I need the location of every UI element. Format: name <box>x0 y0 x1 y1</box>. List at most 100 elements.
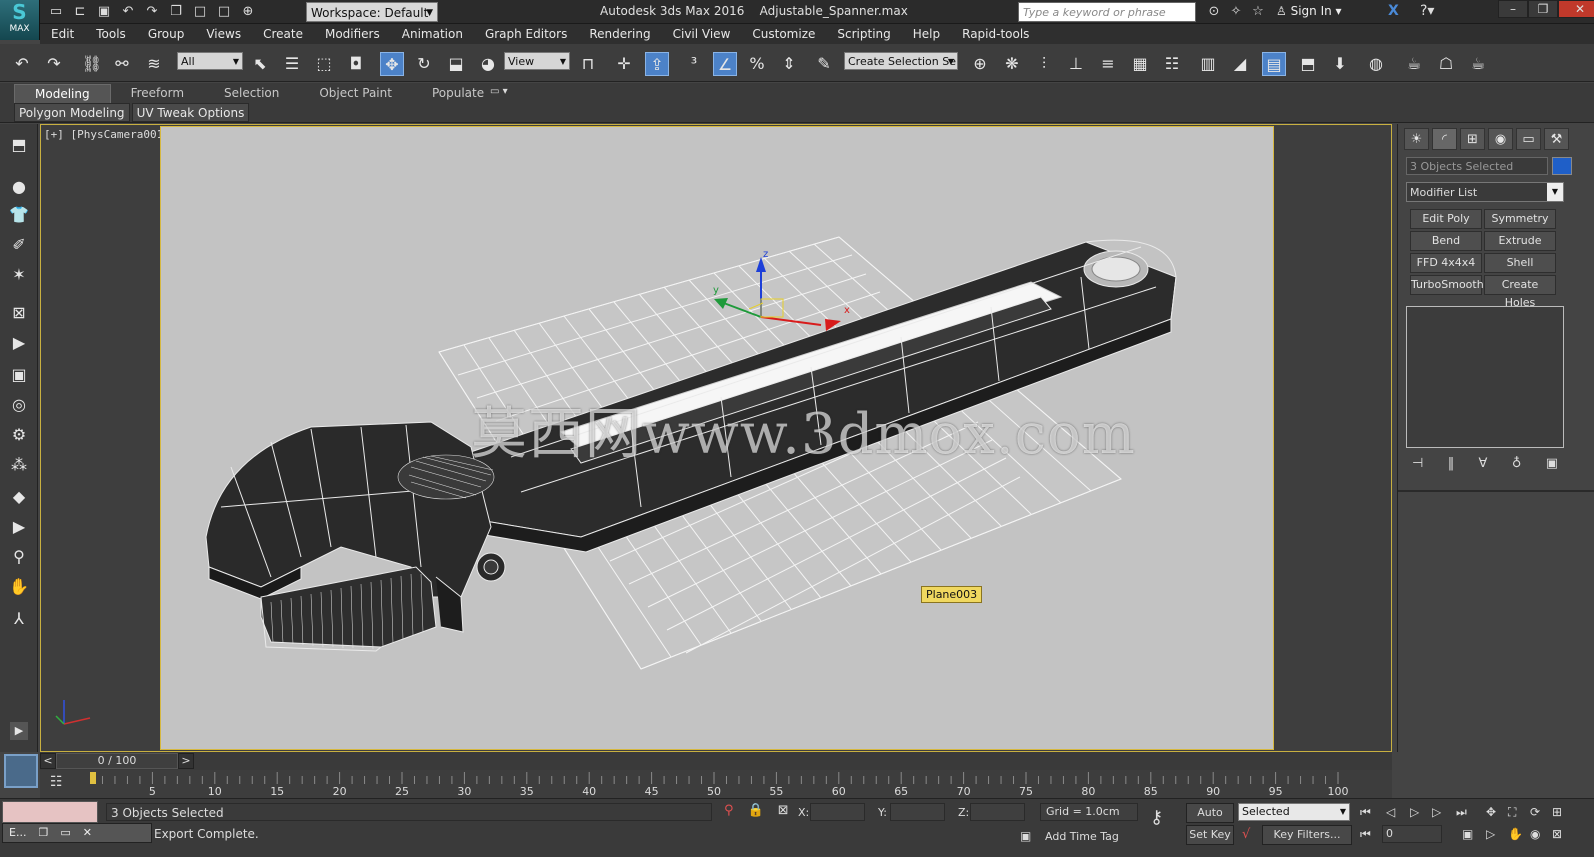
auto-key-button[interactable]: Auto Key <box>1186 803 1234 837</box>
filmstrip-icon[interactable]: ☷ <box>50 774 63 790</box>
bend-button[interactable]: Bend <box>1410 231 1482 251</box>
turbosmooth-button[interactable]: TurboSmooth <box>1410 275 1484 295</box>
link-icon[interactable]: ⛓ <box>80 52 104 76</box>
schematic-view-icon[interactable]: ▤ <box>1262 52 1286 76</box>
window-crossing-icon[interactable]: ◘ <box>344 52 368 76</box>
menu-scripting[interactable]: Scripting <box>826 24 901 44</box>
key-mode-toggle-icon[interactable]: ⏮ <box>1360 827 1371 842</box>
cube-icon[interactable]: ◆ <box>8 486 30 508</box>
remove-modifier-icon[interactable]: ♁ <box>1512 456 1522 471</box>
manipulate-icon[interactable]: ✛ <box>612 52 636 76</box>
tab-object-paint[interactable]: Object Paint <box>299 84 412 103</box>
render-active-icon[interactable]: ☕ <box>1466 52 1490 76</box>
extrude-button[interactable]: Extrude <box>1484 231 1556 251</box>
undo-icon[interactable]: ↶ <box>118 3 138 21</box>
satellite-icon[interactable]: ✧ <box>1228 3 1244 21</box>
current-frame-field[interactable]: 0 <box>1382 825 1442 843</box>
app-logo[interactable]: S MAX <box>0 0 40 40</box>
object-color-swatch[interactable] <box>1552 157 1572 175</box>
track-bar-ruler[interactable]: 5 10 15 20 25 30 35 40 45 50 55 60 65 70 75 80 85 90 95 100 <box>90 770 1390 798</box>
pan-icon[interactable]: ✋ <box>8 576 30 598</box>
mini-curve-editor-toggle[interactable] <box>4 754 38 788</box>
motion-tab-icon[interactable]: ◉ <box>1488 128 1513 150</box>
hierarchy-tab-icon[interactable]: ⊞ <box>1460 128 1485 150</box>
create-holes-button[interactable]: Create Holes <box>1484 275 1556 309</box>
exchange-icon[interactable]: X <box>1388 3 1399 19</box>
reference-coordinate-dropdown[interactable]: View ▼ <box>504 52 570 70</box>
window2-icon[interactable]: □ <box>214 3 234 21</box>
add-time-tag-button[interactable]: Add Time Tag <box>1040 827 1138 847</box>
zoom-extents-icon[interactable]: ✥ <box>1486 805 1496 819</box>
menu-customize[interactable]: Customize <box>741 24 826 44</box>
menu-rendering[interactable]: Rendering <box>578 24 661 44</box>
ribbon-options-icon[interactable]: ▭ ▾ <box>490 86 508 97</box>
display-tab-icon[interactable]: ▭ <box>1516 128 1541 150</box>
edit-poly-button[interactable]: Edit Poly <box>1410 209 1482 229</box>
sphere-icon[interactable]: ● <box>8 176 30 198</box>
layer-icon[interactable]: ≡ <box>1096 52 1120 76</box>
next-frame-icon[interactable]: ▷ <box>1432 805 1441 819</box>
tab-freeform[interactable]: Freeform <box>111 84 204 103</box>
snowflake-icon[interactable]: ❋ <box>1000 52 1024 76</box>
particle-icon[interactable]: ✶ <box>8 264 30 286</box>
selection-lock-icon[interactable]: 🔒 <box>748 803 764 818</box>
tab-modeling[interactable]: Modeling <box>14 84 111 103</box>
shell-button[interactable]: Shell <box>1484 253 1556 273</box>
ik-icon[interactable]: ⊠ <box>8 302 30 324</box>
time-slider-next-button[interactable]: > <box>178 753 194 769</box>
binoculars-icon[interactable]: ⊙ <box>1206 3 1222 21</box>
minimize-button[interactable]: – <box>1498 0 1528 18</box>
taskbar-restore-icon[interactable]: ❐ <box>32 824 54 842</box>
render-frame-icon[interactable]: ◍ <box>1364 52 1388 76</box>
menu-animation[interactable]: Animation <box>391 24 474 44</box>
maxscript-listener[interactable] <box>2 801 98 823</box>
key-mode-dropdown[interactable]: Selected ▼ <box>1238 803 1350 821</box>
menu-views[interactable]: Views <box>195 24 252 44</box>
target-icon[interactable]: ⊕ <box>238 3 258 21</box>
track-bar[interactable]: ☷ 5 10 15 20 25 30 35 40 45 50 55 60 65 70 75 80 85 90 95 1… <box>40 770 1392 798</box>
film-icon[interactable]: ▣ <box>8 364 30 386</box>
orbit-icon[interactable]: ▶ <box>8 516 30 538</box>
modify-tab-icon[interactable]: ◜ <box>1432 128 1457 150</box>
align-icon[interactable]: ⊥ <box>1064 52 1088 76</box>
time-slider-thumb[interactable]: 0 / 100 <box>56 753 178 769</box>
play-animation-icon[interactable]: ▷ <box>1410 805 1419 819</box>
axis-icon[interactable]: ⅄ <box>8 608 30 630</box>
orbit-icon[interactable]: ⟳ <box>1530 805 1540 819</box>
set-key-button[interactable]: Set Key <box>1186 825 1234 845</box>
subtab-polygon-modeling[interactable]: Polygon Modeling <box>14 103 130 122</box>
restore-button[interactable]: ❐ <box>1528 0 1558 18</box>
utilities-tab-icon[interactable]: ⚒ <box>1544 128 1569 150</box>
named-selection-dropdown[interactable]: Create Selection Se ▼ <box>844 52 958 70</box>
render-setup-icon[interactable]: ⬇ <box>1328 52 1352 76</box>
select-rotate-icon[interactable]: ↻ <box>412 52 436 76</box>
tab-selection[interactable]: Selection <box>204 84 299 103</box>
time-config-icon[interactable]: ▣ <box>1462 827 1473 841</box>
redo-icon[interactable]: ↷ <box>142 3 162 21</box>
new-icon[interactable]: ▭ <box>46 3 66 21</box>
walk-through-icon[interactable]: ◉ <box>1530 827 1540 841</box>
keyboard-shortcut-override-icon[interactable]: ⇪ <box>645 52 669 76</box>
menu-modifiers[interactable]: Modifiers <box>314 24 391 44</box>
taskbar-label[interactable]: E... <box>3 824 32 842</box>
render-production-icon[interactable]: ☕ <box>1402 52 1426 76</box>
rect-selection-icon[interactable]: ⬚ <box>312 52 336 76</box>
modifier-stack[interactable] <box>1406 306 1564 448</box>
mirror-icon[interactable]: ⫶ <box>1032 52 1056 76</box>
star-icon[interactable]: ☆ <box>1250 3 1266 21</box>
z-coordinate-field[interactable] <box>970 803 1025 821</box>
spinner-snap-icon[interactable]: ⇕ <box>777 52 801 76</box>
menu-tools[interactable]: Tools <box>85 24 137 44</box>
absolute-mode-icon[interactable]: ⊠ <box>778 803 789 818</box>
curve-editor-icon[interactable]: ◢ <box>1228 52 1252 76</box>
play-icon[interactable]: ▶ <box>8 332 30 354</box>
keyword-search-input[interactable]: Type a keyword or phrase <box>1018 2 1196 22</box>
pivot-center-icon[interactable]: ⊓ <box>576 52 600 76</box>
x-coordinate-field[interactable] <box>810 803 865 821</box>
expand-arrow-icon[interactable]: ▶ <box>10 722 28 740</box>
gear-icon[interactable]: ⚙ <box>8 424 30 446</box>
select-by-name-icon[interactable]: ☰ <box>280 52 304 76</box>
edit-named-selection-icon[interactable]: ✎ <box>812 52 836 76</box>
workspace-dropdown[interactable]: Workspace: Default ▼ <box>306 2 438 22</box>
menu-edit[interactable]: Edit <box>40 24 85 44</box>
